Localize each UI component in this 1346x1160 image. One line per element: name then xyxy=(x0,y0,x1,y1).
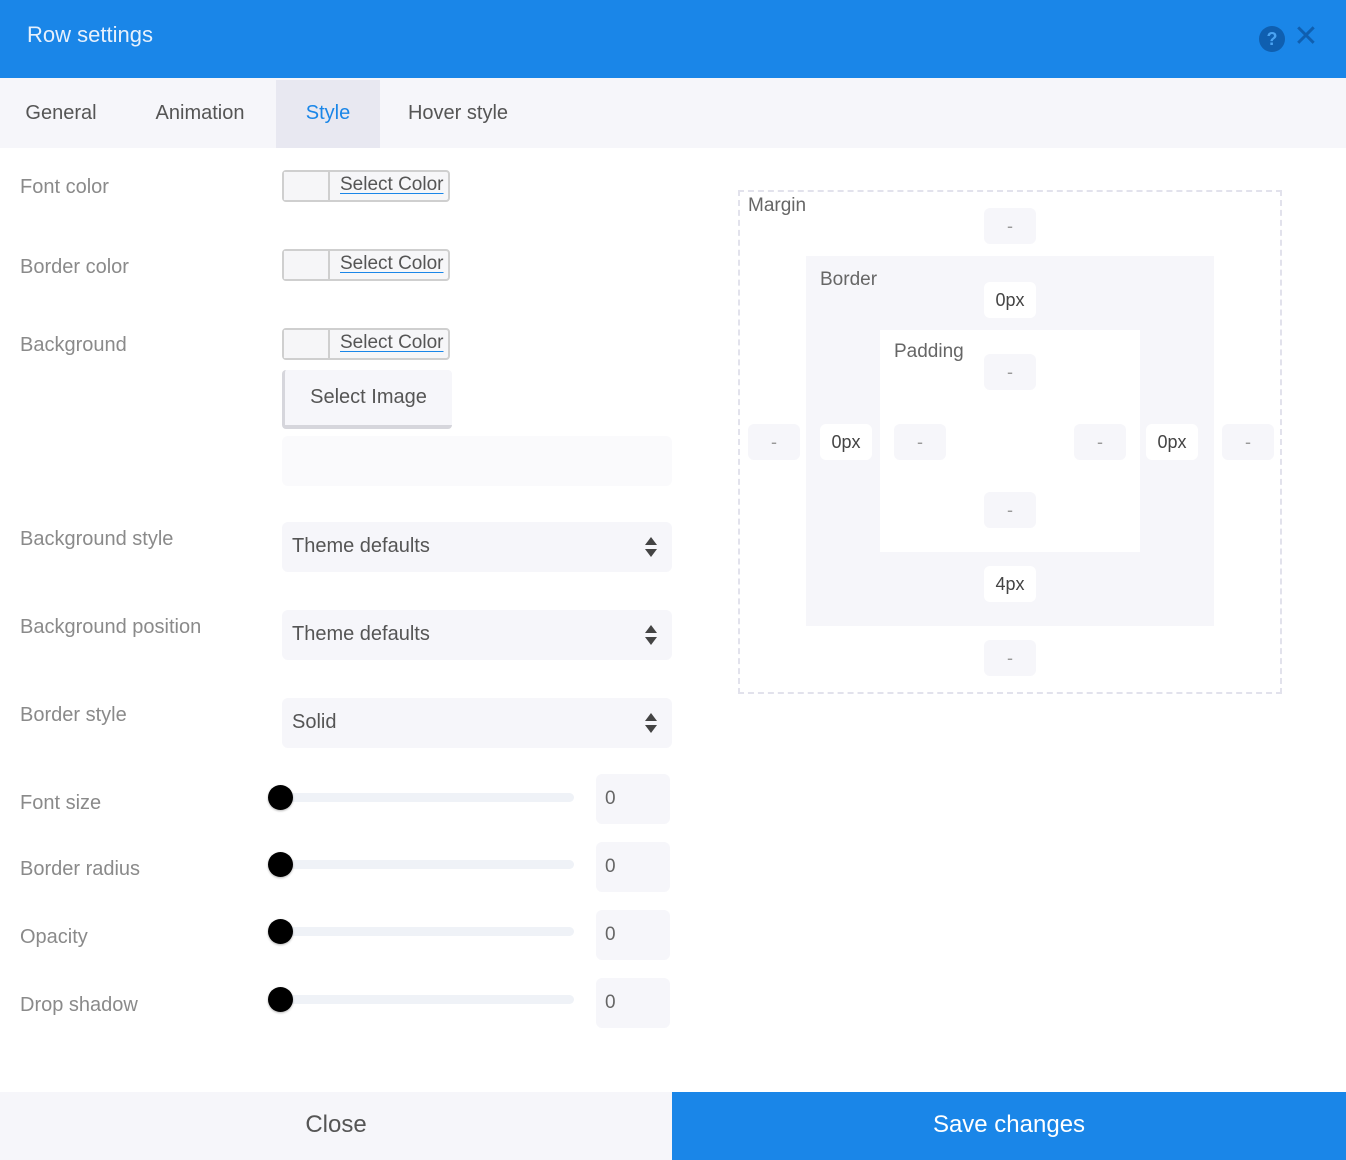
border-color-swatch[interactable] xyxy=(284,251,330,279)
tab-style[interactable]: Style xyxy=(276,80,380,148)
border-color-select-link[interactable]: Select Color xyxy=(340,253,444,275)
slider-track[interactable] xyxy=(280,995,574,1004)
opacity-input[interactable]: 0 xyxy=(596,910,670,960)
slider-thumb[interactable] xyxy=(268,987,293,1012)
padding-top-input[interactable]: - xyxy=(984,354,1036,390)
background-color-select-link[interactable]: Select Color xyxy=(340,332,444,354)
opacity-slider[interactable] xyxy=(268,916,576,946)
border-style-select[interactable]: Solid xyxy=(282,698,672,748)
border-color-label: Border color xyxy=(20,256,129,278)
font-color-label: Font color xyxy=(20,176,109,198)
border-style-value: Solid xyxy=(292,711,337,733)
background-position-value: Theme defaults xyxy=(292,623,430,645)
border-bottom-input[interactable]: 4px xyxy=(984,566,1036,602)
border-left-input[interactable]: 0px xyxy=(820,424,872,460)
slider-track[interactable] xyxy=(280,793,574,802)
drop-shadow-slider[interactable] xyxy=(268,984,576,1014)
border-style-label: Border style xyxy=(20,704,127,726)
border-radius-slider[interactable] xyxy=(268,849,576,879)
font-color-swatch[interactable] xyxy=(284,172,330,200)
close-icon[interactable]: ✕ xyxy=(1293,22,1319,52)
select-image-button[interactable]: Select Image xyxy=(282,370,452,429)
sort-arrows-icon xyxy=(645,625,657,645)
border-radius-input[interactable]: 0 xyxy=(596,842,670,892)
border-right-input[interactable]: 0px xyxy=(1146,424,1198,460)
background-style-select[interactable]: Theme defaults xyxy=(282,522,672,572)
background-position-select[interactable]: Theme defaults xyxy=(282,610,672,660)
tab-hover-style[interactable]: Hover style xyxy=(398,80,518,148)
opacity-label: Opacity xyxy=(20,926,88,948)
tab-animation[interactable]: Animation xyxy=(140,80,260,148)
slider-thumb[interactable] xyxy=(268,785,293,810)
sort-arrows-icon xyxy=(645,537,657,557)
background-label: Background xyxy=(20,334,127,356)
drop-shadow-label: Drop shadow xyxy=(20,994,138,1016)
slider-track[interactable] xyxy=(280,860,574,869)
drop-shadow-input[interactable]: 0 xyxy=(596,978,670,1028)
dialog-header: Row settings ? ✕ xyxy=(0,0,1346,78)
sort-arrows-icon xyxy=(645,713,657,733)
margin-top-input[interactable]: - xyxy=(984,208,1036,244)
save-changes-button[interactable]: Save changes xyxy=(672,1092,1346,1160)
font-size-input[interactable]: 0 xyxy=(596,774,670,824)
slider-track[interactable] xyxy=(280,927,574,936)
font-size-label: Font size xyxy=(20,792,102,814)
dialog-title: Row settings xyxy=(27,22,153,47)
margin-bottom-input[interactable]: - xyxy=(984,640,1036,676)
border-top-input[interactable]: 0px xyxy=(984,282,1036,318)
border-radius-label: Border radius xyxy=(20,858,141,880)
tab-bar: General Animation Style Hover style xyxy=(0,78,1346,148)
padding-bottom-input[interactable]: - xyxy=(984,492,1036,528)
font-color-select-link[interactable]: Select Color xyxy=(340,174,444,196)
tab-general[interactable]: General xyxy=(0,80,122,148)
slider-thumb[interactable] xyxy=(268,919,293,944)
padding-label: Padding xyxy=(894,341,964,362)
question-circle-icon[interactable]: ? xyxy=(1259,26,1285,52)
margin-label: Margin xyxy=(748,195,807,216)
background-style-label: Background style xyxy=(20,528,174,550)
slider-thumb[interactable] xyxy=(268,852,293,877)
font-color-picker[interactable]: Select Color xyxy=(282,170,450,202)
background-style-value: Theme defaults xyxy=(292,535,430,557)
border-color-picker[interactable]: Select Color xyxy=(282,249,450,281)
background-image-field[interactable] xyxy=(282,436,672,486)
background-color-picker[interactable]: Select Color xyxy=(282,328,450,360)
close-button[interactable]: Close xyxy=(0,1092,672,1160)
border-label: Border xyxy=(820,269,878,290)
padding-left-input[interactable]: - xyxy=(894,424,946,460)
margin-right-input[interactable]: - xyxy=(1222,424,1274,460)
background-position-label: Background position xyxy=(20,616,202,638)
background-color-swatch[interactable] xyxy=(284,330,330,358)
font-size-slider[interactable] xyxy=(268,782,576,812)
margin-left-input[interactable]: - xyxy=(748,424,800,460)
padding-right-input[interactable]: - xyxy=(1074,424,1126,460)
